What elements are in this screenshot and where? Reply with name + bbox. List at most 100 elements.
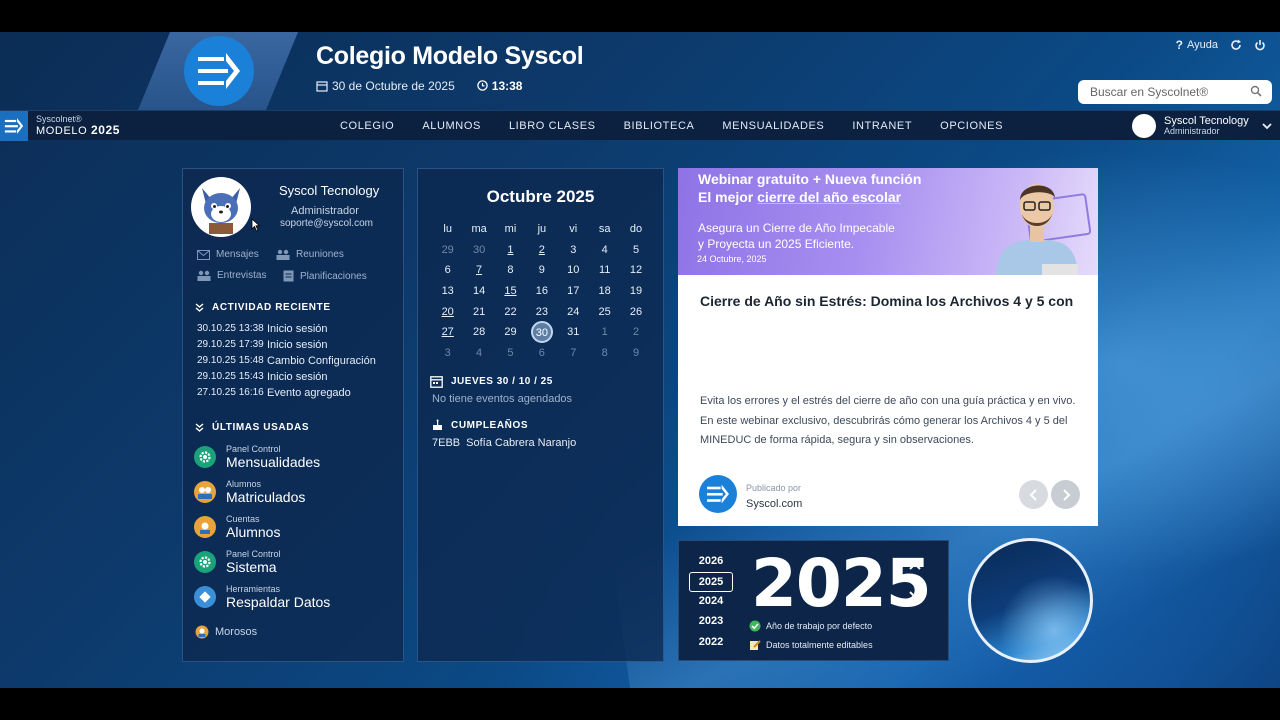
calendar-day[interactable]: 29 <box>495 326 526 338</box>
calendar-day[interactable]: 4 <box>589 244 620 256</box>
news-title[interactable]: Cierre de Año sin Estrés: Domina los Arc… <box>700 293 1080 309</box>
refresh-icon[interactable] <box>1230 39 1242 51</box>
used-category: Panel Control <box>226 444 281 454</box>
menu-biblioteca[interactable]: BIBLIOTECA <box>610 120 709 132</box>
calendar-day[interactable]: 5 <box>620 244 651 256</box>
calendar-day[interactable]: 8 <box>495 264 526 276</box>
used-item-matriculados[interactable]: Alumnos Matriculados <box>194 479 305 505</box>
calendar-day[interactable]: 18 <box>589 285 620 297</box>
year-option-selected[interactable]: 2025 <box>689 572 733 592</box>
calendar-day[interactable]: 24 <box>558 306 589 318</box>
power-icon[interactable] <box>1254 39 1266 51</box>
quick-entrevistas[interactable]: Entrevistas <box>197 270 266 281</box>
activity-event: Cambio Configuración <box>267 355 376 367</box>
calendar-day[interactable]: 16 <box>526 285 557 297</box>
year-down-button[interactable] <box>905 586 925 604</box>
quick-entrevistas-label: Entrevistas <box>217 270 267 281</box>
search-icon[interactable] <box>1250 85 1262 97</box>
calendar-day[interactable]: 5 <box>495 347 526 359</box>
year-option[interactable]: 2026 <box>689 555 733 567</box>
menu-colegio[interactable]: COLEGIO <box>326 120 408 132</box>
menu-alumnos[interactable]: ALUMNOS <box>408 120 495 132</box>
used-item-sistema[interactable]: Panel Control Sistema <box>194 549 281 575</box>
quick-planificaciones[interactable]: Planificaciones <box>283 270 367 282</box>
used-title[interactable]: ÚLTIMAS USADAS <box>195 422 309 433</box>
profile-avatar[interactable] <box>191 177 251 237</box>
search-input[interactable] <box>1078 80 1272 104</box>
year-option[interactable]: 2023 <box>689 615 733 627</box>
calendar-day[interactable]: 7 <box>558 347 589 359</box>
activity-row: 30.10.25 13:38 Inicio sesión <box>197 323 328 335</box>
syscol-logo[interactable] <box>184 36 254 106</box>
user-menu[interactable]: Syscol Tecnology Administrador <box>1132 114 1273 138</box>
menu-libro-clases[interactable]: LIBRO CLASES <box>495 120 610 132</box>
calendar-day[interactable]: 23 <box>526 306 557 318</box>
calendar-day[interactable]: 9 <box>620 347 651 359</box>
calendar-day[interactable]: 12 <box>620 264 651 276</box>
news-card[interactable]: Webinar gratuito + Nueva función El mejo… <box>678 168 1098 526</box>
profile-email[interactable]: soporte@syscol.com <box>280 218 373 229</box>
year-option[interactable]: 2024 <box>689 595 733 607</box>
calendar-day[interactable]: 20 <box>432 306 463 318</box>
calendar-day[interactable]: 6 <box>432 264 463 276</box>
calendar-day[interactable]: 11 <box>589 264 620 276</box>
year-up-button[interactable] <box>905 557 925 575</box>
activity-title[interactable]: ACTIVIDAD RECIENTE <box>195 302 331 313</box>
quick-reuniones[interactable]: Reuniones <box>276 249 344 260</box>
calendar-day[interactable]: 3 <box>558 244 589 256</box>
nav-logo[interactable] <box>0 111 28 141</box>
menu-mensualidades[interactable]: MENSUALIDADES <box>708 120 838 132</box>
calendar-day[interactable]: 21 <box>463 306 494 318</box>
calendar-day[interactable]: 1 <box>589 326 620 338</box>
calendar-day[interactable]: 3 <box>432 347 463 359</box>
help-link[interactable]: ? Ayuda <box>1176 38 1218 52</box>
activity-row: 29.10.25 15:48 Cambio Configuración <box>197 355 376 367</box>
used-item-alumnos[interactable]: Cuentas Alumnos <box>194 514 280 540</box>
banner-line1: Webinar gratuito + Nueva función <box>698 171 922 187</box>
calendar-day[interactable]: 30 <box>463 244 494 256</box>
calendar-day[interactable]: 2 <box>526 244 557 256</box>
calendar-day[interactable]: 7 <box>463 264 494 276</box>
calendar-grid: lu ma mi ju vi sa do 29 30 1 2 3 4 5 6 7… <box>432 219 652 363</box>
calendar-day[interactable]: 14 <box>463 285 494 297</box>
news-banner[interactable]: Webinar gratuito + Nueva función El mejo… <box>678 168 1098 275</box>
calendar-day[interactable]: 9 <box>526 264 557 276</box>
menu-opciones[interactable]: OPCIONES <box>926 120 1017 132</box>
calendar-day[interactable]: 28 <box>463 326 494 338</box>
calendar-day[interactable]: 22 <box>495 306 526 318</box>
calendar-day[interactable]: 4 <box>463 347 494 359</box>
prev-news-button[interactable] <box>1019 480 1048 509</box>
calendar-day[interactable]: 13 <box>432 285 463 297</box>
calendar-day[interactable]: 6 <box>526 347 557 359</box>
calendar-day[interactable]: 31 <box>558 326 589 338</box>
quick-mensajes[interactable]: Mensajes <box>197 249 259 260</box>
weekday-row: lu ma mi ju vi sa do <box>432 219 652 240</box>
today-number: 30 <box>530 321 553 344</box>
calendar-day[interactable]: 15 <box>495 285 526 297</box>
menu-intranet[interactable]: INTRANET <box>838 120 926 132</box>
calendar-day-today[interactable]: 30 <box>526 321 557 344</box>
note-default-year-label: Año de trabajo por defecto <box>766 621 873 631</box>
next-news-button[interactable] <box>1051 480 1080 509</box>
morosos-link[interactable]: Morosos <box>195 625 257 639</box>
calendar-day[interactable]: 17 <box>558 285 589 297</box>
birthday-item[interactable]: 7EBB Sofía Cabrera Naranjo <box>432 437 576 449</box>
used-label: Alumnos <box>226 524 281 540</box>
calendar-day[interactable]: 8 <box>589 347 620 359</box>
activity-title-label: ACTIVIDAD RECIENTE <box>212 302 331 313</box>
calendar-day[interactable]: 19 <box>620 285 651 297</box>
calendar-day[interactable]: 29 <box>432 244 463 256</box>
calendar-day[interactable]: 1 <box>495 244 526 256</box>
calendar-day[interactable]: 26 <box>620 306 651 318</box>
calendar-day[interactable]: 27 <box>432 326 463 338</box>
used-item-mensualidades[interactable]: Panel Control Mensualidades <box>194 444 320 470</box>
calendar-day[interactable]: 25 <box>589 306 620 318</box>
calendar-day-icon <box>430 376 443 388</box>
used-item-respaldar[interactable]: Herramientas Respaldar Datos <box>194 584 330 610</box>
clock-icon <box>477 80 488 91</box>
birthday-group: 7EBB <box>432 437 461 449</box>
calendar-day[interactable]: 2 <box>620 326 651 338</box>
birthday-name: Sofía Cabrera Naranjo <box>466 437 577 449</box>
calendar-day[interactable]: 10 <box>558 264 589 276</box>
year-option[interactable]: 2022 <box>689 636 733 648</box>
